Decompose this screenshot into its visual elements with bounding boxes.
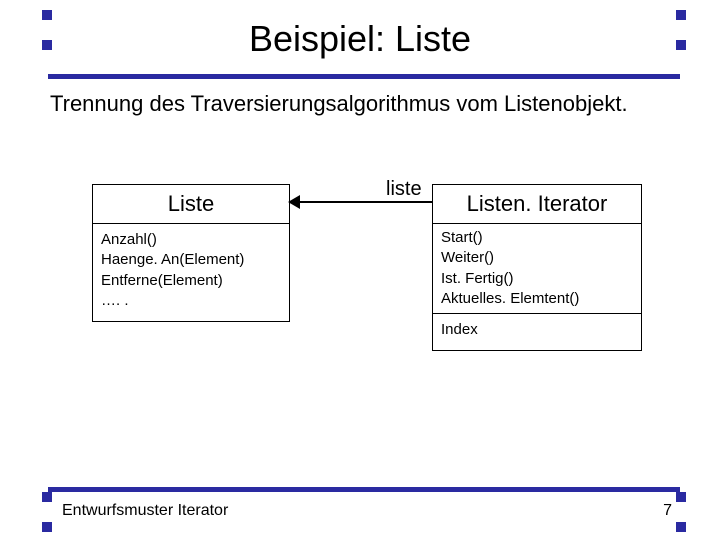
- uml-class-name: Liste: [93, 185, 289, 224]
- page-number: 7: [663, 502, 672, 520]
- uml-class-liste: Liste Anzahl() Haenge. An(Element) Entfe…: [92, 184, 290, 322]
- corner-decor: [42, 522, 52, 532]
- title-rule: [48, 74, 680, 79]
- corner-decor: [676, 522, 686, 532]
- uml-association-line: [289, 201, 432, 203]
- uml-class-name: Listen. Iterator: [433, 185, 641, 224]
- corner-decor: [42, 492, 52, 502]
- slide: Beispiel: Liste Trennung des Traversieru…: [0, 0, 720, 540]
- body-text: Trennung des Traversierungsalgorithmus v…: [50, 90, 670, 118]
- uml-association-label: liste: [386, 178, 422, 201]
- uml-class-operations: Anzahl() Haenge. An(Element) Entferne(El…: [93, 224, 289, 321]
- footer-rule: [48, 487, 680, 492]
- footer-left: Entwurfsmuster Iterator: [62, 502, 228, 520]
- uml-class-iterator: Listen. Iterator Start() Weiter() Ist. F…: [432, 184, 642, 351]
- uml-class-operations: Start() Weiter() Ist. Fertig() Aktuelles…: [433, 224, 641, 314]
- uml-class-attributes: Index: [433, 314, 641, 350]
- corner-decor: [676, 492, 686, 502]
- slide-title: Beispiel: Liste: [0, 18, 720, 60]
- uml-association-arrow-icon: [288, 195, 300, 209]
